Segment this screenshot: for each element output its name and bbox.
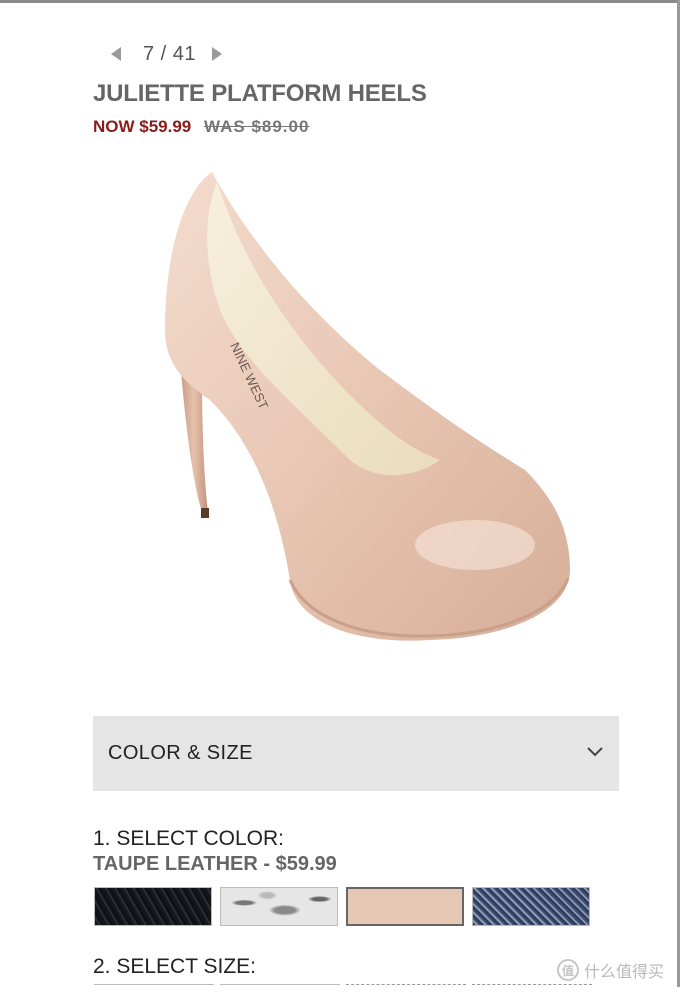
accordion-label: COLOR & SIZE: [108, 742, 253, 764]
next-arrow-icon[interactable]: [209, 44, 225, 64]
select-color-heading: 1. SELECT COLOR:: [93, 827, 285, 850]
image-counter: 7 / 41: [143, 42, 197, 65]
size-option[interactable]: [94, 984, 214, 995]
swatch-taupe[interactable]: [346, 887, 464, 926]
site-watermark: 值 什么值得买: [556, 958, 664, 982]
size-option[interactable]: [472, 984, 592, 995]
window-top-border: [0, 0, 680, 3]
swatch-snake[interactable]: [220, 887, 338, 926]
chevron-down-icon: [587, 747, 603, 757]
price-line: NOW $59.99 WAS $89.00: [93, 117, 309, 137]
sale-price: NOW $59.99: [93, 117, 192, 136]
swatch-denim[interactable]: [472, 887, 590, 926]
size-options: [94, 984, 598, 995]
swatch-black[interactable]: [94, 887, 212, 926]
color-swatches: [94, 887, 598, 926]
size-option[interactable]: [346, 984, 466, 995]
selected-color-label: TAUPE LEATHER - $59.99: [93, 853, 337, 875]
original-price: WAS $89.00: [204, 117, 310, 136]
product-image[interactable]: NINE WEST: [130, 160, 590, 660]
product-title: JULIETTE PLATFORM HEELS: [93, 80, 427, 107]
select-size-heading: 2. SELECT SIZE:: [93, 955, 257, 978]
size-option[interactable]: [220, 984, 340, 995]
watermark-logo-icon: 值: [556, 959, 579, 981]
prev-arrow-icon[interactable]: [108, 44, 124, 64]
image-pager: 7 / 41: [108, 40, 225, 68]
watermark-text: 什么值得买: [583, 964, 664, 981]
color-size-accordion[interactable]: COLOR & SIZE: [93, 716, 619, 791]
